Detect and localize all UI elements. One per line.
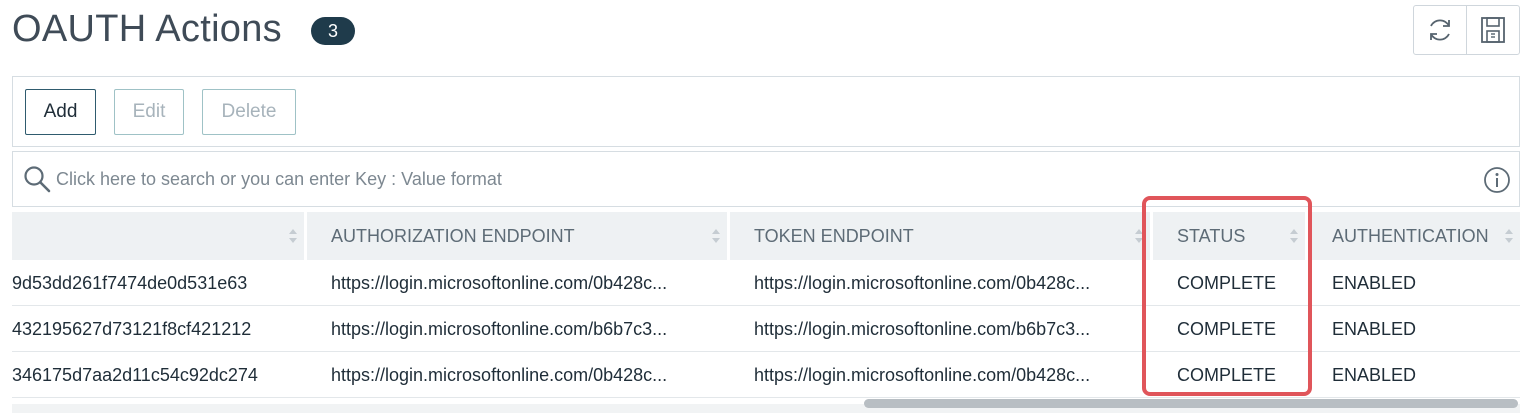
cell-name: 346175d7aa2d11c54c92dc274 <box>12 365 258 385</box>
cell-authorization-endpoint: https://login.microsoftonline.com/0b428c… <box>331 273 668 293</box>
search-bar <box>12 151 1520 207</box>
cell-status: COMPLETE <box>1177 365 1277 385</box>
cell-status: COMPLETE <box>1177 319 1277 339</box>
horizontal-scrollbar-thumb[interactable] <box>864 399 1518 408</box>
action-toolbar: Add Edit Delete <box>12 76 1520 147</box>
count-badge: 3 <box>311 17 355 45</box>
search-input[interactable] <box>56 168 1436 190</box>
cell-authorization-endpoint: https://login.microsoftonline.com/b6b7c3… <box>331 319 668 339</box>
table-header: AUTHORIZATION ENDPOINT TOKEN ENDPOINT ST… <box>12 212 1520 260</box>
info-icon[interactable] <box>1483 166 1511 194</box>
header-tools <box>1413 5 1520 55</box>
search-icon <box>24 166 51 193</box>
edit-button[interactable]: Edit <box>114 89 184 135</box>
column-header-token-endpoint[interactable]: TOKEN ENDPOINT <box>730 212 1150 260</box>
add-button[interactable]: Add <box>25 89 96 135</box>
column-header-status[interactable]: STATUS <box>1153 212 1305 260</box>
delete-button[interactable]: Delete <box>202 89 296 135</box>
cell-name: 432195627d73121f8cf421212 <box>12 319 252 339</box>
column-header-authorization-endpoint[interactable]: AUTHORIZATION ENDPOINT <box>307 212 727 260</box>
cell-name: 9d53dd261f7474de0d531e63 <box>12 273 248 293</box>
cell-token-endpoint: https://login.microsoftonline.com/b6b7c3… <box>754 319 1091 339</box>
cell-status: COMPLETE <box>1177 273 1277 293</box>
save-button[interactable] <box>1466 6 1519 54</box>
save-icon <box>1481 17 1505 43</box>
cell-authentication: ENABLED <box>1332 319 1417 339</box>
cell-authentication: ENABLED <box>1332 273 1417 293</box>
column-header-authentication[interactable]: AUTHENTICATION <box>1308 212 1520 260</box>
page-title: OAUTH Actions <box>12 8 282 50</box>
refresh-icon <box>1430 19 1450 41</box>
sort-icon <box>289 229 297 243</box>
sort-icon <box>1135 229 1143 243</box>
refresh-button[interactable] <box>1414 6 1466 54</box>
cell-authorization-endpoint: https://login.microsoftonline.com/0b428c… <box>331 365 668 385</box>
table-row[interactable]: 346175d7aa2d11c54c92dc274 https://login.… <box>12 352 1520 398</box>
cell-token-endpoint: https://login.microsoftonline.com/0b428c… <box>754 273 1091 293</box>
sort-icon <box>1505 229 1513 243</box>
cell-token-endpoint: https://login.microsoftonline.com/0b428c… <box>754 365 1091 385</box>
table-row[interactable]: 432195627d73121f8cf421212 https://login.… <box>12 306 1520 352</box>
table-row[interactable]: 9d53dd261f7474de0d531e63 https://login.m… <box>12 260 1520 306</box>
sort-icon <box>712 229 720 243</box>
column-header-name[interactable] <box>12 212 304 260</box>
sort-icon <box>1290 229 1298 243</box>
cell-authentication: ENABLED <box>1332 365 1417 385</box>
